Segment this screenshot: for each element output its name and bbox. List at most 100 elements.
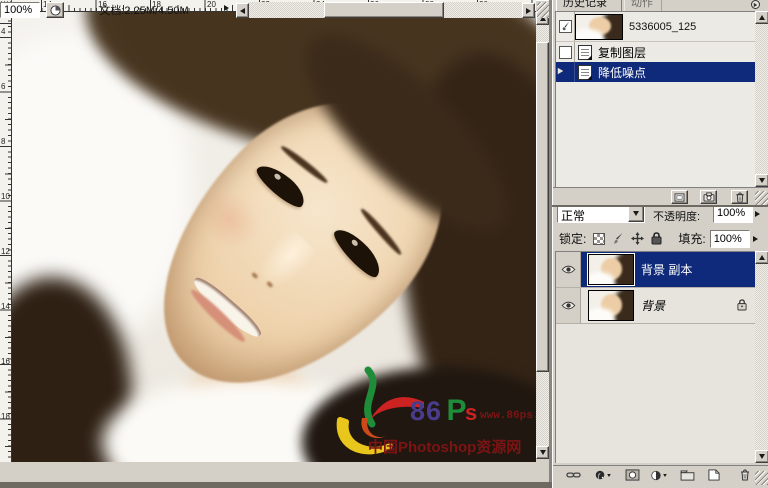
ruler-number: 4 bbox=[1, 28, 5, 36]
status-bar: 100% 文档:2.25M/4.50M bbox=[0, 0, 549, 20]
history-source-column[interactable] bbox=[556, 12, 575, 41]
lock-position-move-icon[interactable] bbox=[631, 232, 644, 245]
visibility-cell[interactable] bbox=[556, 288, 581, 323]
new-layer-icon[interactable] bbox=[705, 468, 722, 482]
blend-mode-select[interactable]: 正常 bbox=[557, 207, 645, 223]
status-menu-arrow[interactable] bbox=[224, 5, 229, 11]
layer-name[interactable]: 背景 副本 bbox=[641, 261, 692, 278]
layer-thumbnail[interactable] bbox=[588, 290, 634, 321]
scroll-down-button[interactable] bbox=[755, 174, 768, 187]
current-state-marker-icon[interactable] bbox=[558, 68, 563, 74]
scrollbar-thumb[interactable] bbox=[536, 42, 549, 372]
visibility-cell[interactable] bbox=[556, 252, 581, 287]
history-scrollbar[interactable] bbox=[755, 11, 768, 187]
history-step-label[interactable]: 降低噪点 bbox=[598, 64, 646, 81]
scroll-up-button[interactable] bbox=[755, 251, 768, 264]
scroll-left-button[interactable] bbox=[236, 3, 249, 18]
fill-slider-arrow-icon[interactable] bbox=[753, 236, 758, 242]
ruler-number: 14 bbox=[1, 303, 10, 311]
panel-resize-grip[interactable] bbox=[755, 191, 768, 205]
ruler-number: 8 bbox=[1, 138, 5, 146]
history-step-duplicate-layer[interactable]: 复制图层 bbox=[556, 42, 755, 62]
zoom-level-field[interactable]: 100% bbox=[0, 2, 40, 18]
86ps-brand: 86 P s bbox=[410, 394, 477, 428]
history-panel: 历史记录 动作 5336005_125 复制图层 降低噪点 bbox=[552, 0, 768, 205]
link-layers-icon[interactable] bbox=[565, 468, 582, 482]
adjustment-layer-icon[interactable] bbox=[651, 468, 668, 482]
opacity-field[interactable]: 100% bbox=[713, 207, 753, 223]
tab-actions[interactable]: 动作 bbox=[624, 0, 662, 11]
lock-all-padlock-icon[interactable] bbox=[651, 232, 662, 245]
ruler-number: 12 bbox=[1, 248, 10, 256]
add-layer-mask-icon[interactable] bbox=[624, 468, 641, 482]
86ps-site-url: www.86ps.com bbox=[480, 410, 536, 422]
canvas-horizontal-scrollbar[interactable] bbox=[236, 2, 535, 18]
layers-scrollbar[interactable] bbox=[755, 251, 768, 463]
panel-menu-icon[interactable] bbox=[751, 0, 765, 9]
new-document-from-state-icon[interactable] bbox=[671, 190, 688, 204]
layer-thumbnail[interactable] bbox=[588, 254, 634, 285]
history-step-reduce-noise[interactable]: 降低噪点 bbox=[556, 62, 755, 82]
history-source-column[interactable] bbox=[556, 42, 575, 62]
scroll-up-button[interactable] bbox=[755, 11, 768, 24]
delete-trash-icon[interactable] bbox=[731, 190, 748, 204]
opacity-slider-arrow-icon[interactable] bbox=[755, 211, 760, 217]
layers-panel: 正常 不透明度: 100% 锁定: 填充: 100% 背景 副本 bbox=[552, 207, 768, 488]
layers-bottom-bar: f bbox=[553, 465, 768, 485]
86ps-caption: 中国Photoshop资源网 bbox=[368, 436, 521, 457]
layer-style-fx-icon[interactable]: f bbox=[595, 468, 612, 482]
ruler-number: 10 bbox=[1, 193, 10, 201]
layer-name[interactable]: 背景 bbox=[641, 297, 665, 314]
blend-mode-row: 正常 不透明度: 100% bbox=[553, 207, 768, 227]
86ps-s: s bbox=[465, 400, 477, 425]
tab-history[interactable]: 历史记录 bbox=[556, 0, 622, 11]
history-bottom-bar bbox=[553, 187, 768, 205]
eye-icon bbox=[561, 301, 576, 310]
ruler-major-ticks bbox=[0, 12, 11, 462]
delete-layer-trash-icon[interactable] bbox=[736, 468, 753, 482]
history-snapshot-row[interactable]: 5336005_125 bbox=[556, 12, 755, 42]
history-state-icon bbox=[578, 45, 592, 60]
canvas-vertical-scrollbar[interactable] bbox=[536, 12, 549, 459]
document-window: 14 16 18 20 22 24 26 28 30 4 6 8 10 12 1… bbox=[0, 0, 549, 482]
scrollbar-thumb[interactable] bbox=[324, 2, 444, 18]
layer-row-background-copy[interactable]: 背景 副本 bbox=[556, 252, 755, 288]
panel-resize-grip[interactable] bbox=[755, 471, 768, 485]
scrollbar-track[interactable] bbox=[755, 24, 768, 174]
preview-pie-icon[interactable] bbox=[46, 2, 64, 18]
fill-field[interactable]: 100% bbox=[710, 230, 750, 248]
layers-list: 背景 副本 背景 bbox=[555, 251, 755, 463]
chevron-down-icon bbox=[607, 474, 611, 477]
scroll-down-button[interactable] bbox=[755, 450, 768, 463]
layer-locked-padlock-icon bbox=[737, 299, 747, 311]
ruler-number: 6 bbox=[1, 83, 5, 91]
scrollbar-track[interactable] bbox=[755, 264, 768, 450]
new-snapshot-camera-icon[interactable] bbox=[700, 190, 717, 204]
fill-label: 填充: bbox=[678, 230, 705, 247]
scroll-right-button[interactable] bbox=[522, 3, 535, 18]
lock-row: 锁定: 填充: 100% bbox=[553, 227, 768, 250]
lock-paint-brush-icon[interactable] bbox=[612, 232, 624, 245]
opacity-label: 不透明度: bbox=[653, 208, 700, 224]
chevron-down-icon bbox=[663, 474, 667, 477]
snapshot-thumbnail[interactable] bbox=[575, 14, 623, 40]
window-resize-grip[interactable] bbox=[537, 2, 549, 18]
chevron-down-icon[interactable] bbox=[628, 207, 644, 222]
canvas-photo[interactable]: 86 P s www.86ps.com 中国Photoshop资源网 bbox=[12, 12, 536, 462]
blend-mode-value: 正常 bbox=[561, 207, 585, 224]
ruler-number: 16 bbox=[1, 358, 10, 366]
vertical-ruler[interactable]: 4 6 8 10 12 14 16 18 bbox=[0, 12, 12, 462]
layer-row-background[interactable]: 背景 bbox=[556, 288, 755, 324]
history-brush-icon[interactable] bbox=[559, 20, 572, 33]
snapshot-name[interactable]: 5336005_125 bbox=[629, 21, 696, 33]
ruler-number: 18 bbox=[1, 413, 10, 421]
history-state-icon bbox=[578, 65, 592, 80]
lock-label: 锁定: bbox=[559, 230, 586, 247]
new-group-folder-icon[interactable] bbox=[679, 468, 696, 482]
history-source-column[interactable] bbox=[556, 62, 575, 82]
lock-transparency-icon[interactable] bbox=[593, 233, 605, 245]
history-step-label[interactable]: 复制图层 bbox=[598, 44, 646, 61]
scroll-down-button[interactable] bbox=[536, 446, 549, 459]
watermark-86ps: 86 P s www.86ps.com 中国Photoshop资源网 bbox=[328, 372, 536, 462]
86ps-number: 86 bbox=[410, 396, 442, 426]
